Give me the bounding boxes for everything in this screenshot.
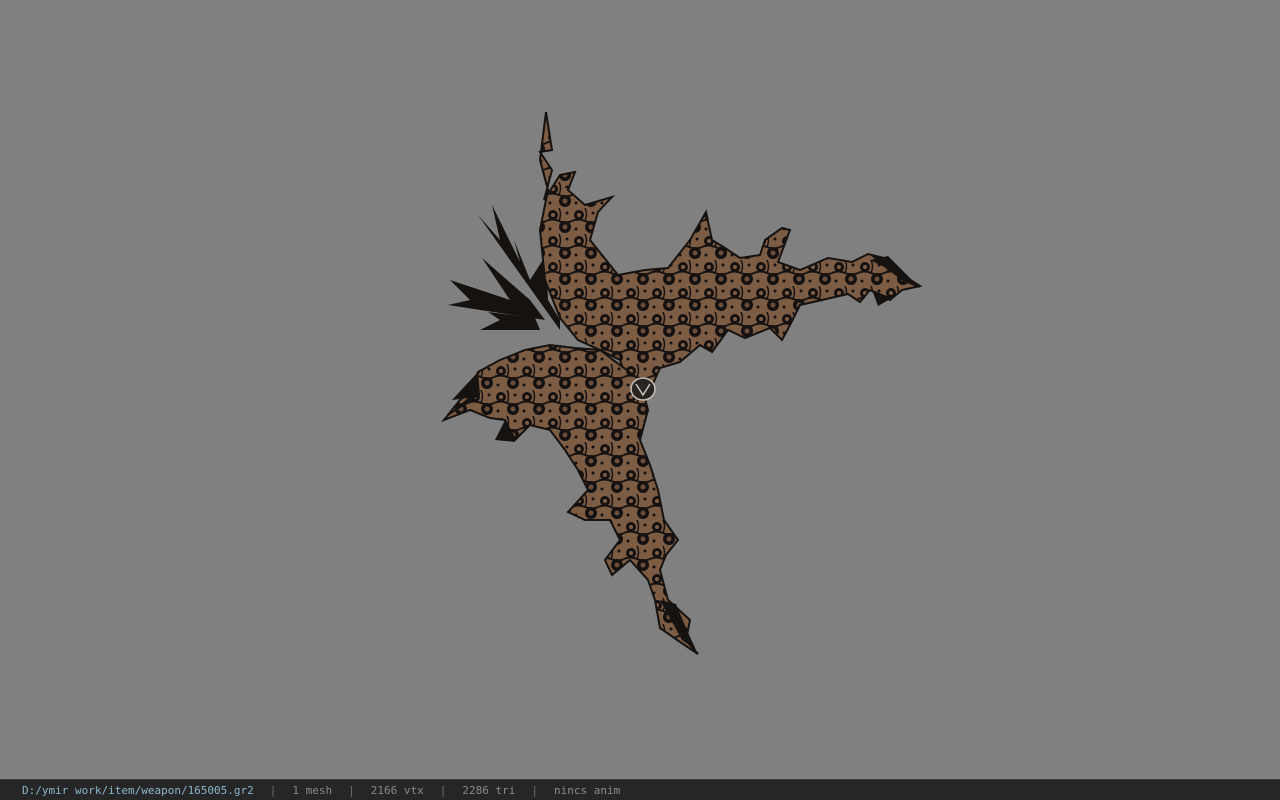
model-render <box>440 111 923 655</box>
vertex-count: 2166 vtx <box>370 783 424 797</box>
mesh-count: 1 mesh <box>292 783 333 797</box>
3d-viewport[interactable] <box>0 0 1280 779</box>
separator: | <box>348 783 355 797</box>
anim-status: nincs anim <box>554 783 621 797</box>
triangle-count: 2286 tri <box>462 783 516 797</box>
separator: | <box>439 783 447 797</box>
lower-body <box>440 343 699 655</box>
file-path: D:/ymir work/item/weapon/165005.gr2 <box>22 783 254 797</box>
separator: | <box>269 783 277 797</box>
emblem-icon <box>630 377 656 401</box>
status-bar: D:/ymir work/item/weapon/165005.gr2 | 1 … <box>0 779 1280 800</box>
separator: | <box>531 783 539 797</box>
